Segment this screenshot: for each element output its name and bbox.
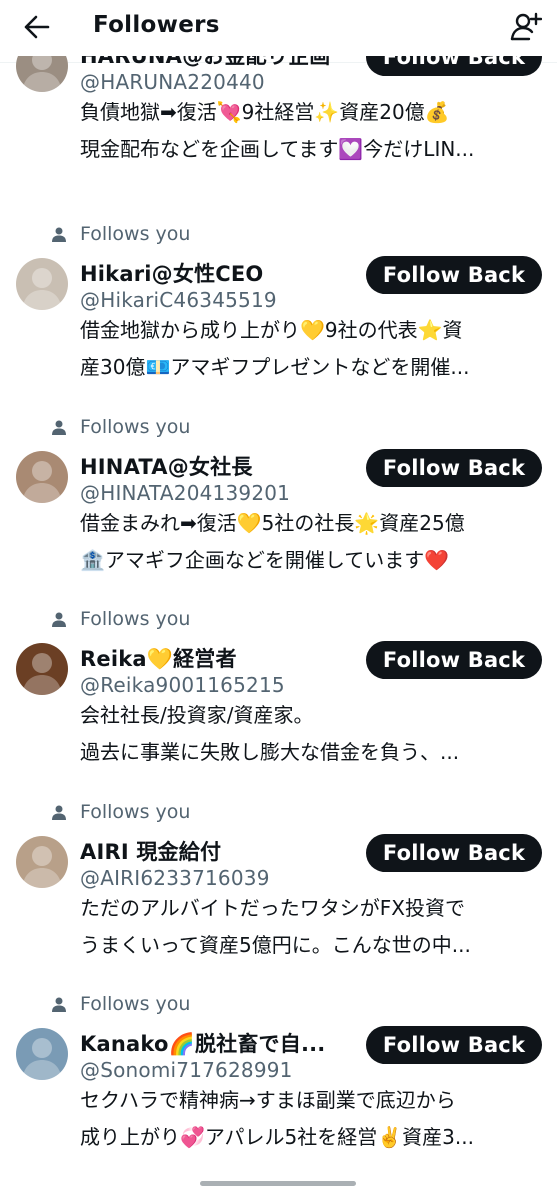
- avatar[interactable]: [16, 836, 68, 888]
- follows-you-label: Follows you: [52, 991, 190, 1017]
- follows-you-text: Follows you: [80, 801, 191, 823]
- user-handle: @Reika9001165215: [80, 673, 285, 697]
- follower-row[interactable]: Follows you Hikari@女性CEO @HikariC46345519 F…: [0, 223, 557, 418]
- person-icon: [52, 226, 68, 242]
- user-display-name[interactable]: Reika💛経営者: [80, 643, 237, 673]
- user-display-name[interactable]: HINATA@女社長: [80, 451, 253, 481]
- user-bio: 借金地獄から成り上がり💛9社の代表⭐資 産30億💶アマギフプレゼントなどを開催..…: [80, 312, 536, 386]
- follower-row[interactable]: Follows you Kanako🌈脱社畜で自... @Sonomi7176289…: [0, 993, 557, 1188]
- user-handle: @Sonomi717628991: [80, 1058, 293, 1082]
- follower-row[interactable]: HARUNA@お金配り企画 @HARUNA220440 Follow Back 負債地…: [0, 36, 557, 226]
- user-handle: @HINATA204139201: [80, 481, 291, 505]
- bio-line: 会社社長/投資家/資産家。: [80, 703, 314, 727]
- back-arrow-icon[interactable]: [22, 12, 52, 42]
- page-title: Followers: [93, 12, 220, 38]
- user-display-name[interactable]: Hikari@女性CEO: [80, 258, 263, 288]
- user-handle: @AIRI6233716039: [80, 866, 270, 890]
- person-icon: [52, 419, 68, 435]
- follows-you-label: Follows you: [52, 606, 190, 632]
- follows-you-text: Follows you: [80, 993, 191, 1015]
- person-icon: [52, 611, 68, 627]
- user-handle: @HikariC46345519: [80, 288, 277, 312]
- bio-line: 成り上がり💞アパレル5社を経営✌️資産3...: [80, 1125, 474, 1149]
- user-bio: 借金まみれ➡復活💛5社の社長🌟資産25億 🏦アマギフ企画などを開催しています❤️: [80, 505, 536, 579]
- bio-line: セクハラで精神病→すまほ副業で底辺から: [80, 1088, 456, 1112]
- add-user-icon[interactable]: [510, 11, 542, 43]
- follower-row[interactable]: Follows you Reika💛経営者 @Reika9001165215 Foll…: [0, 608, 557, 803]
- user-handle: @HARUNA220440: [80, 70, 265, 94]
- bio-line: 借金地獄から成り上がり💛9社の代表⭐資: [80, 318, 463, 342]
- bio-line: 負債地獄➡復活💘9社経営✨資産20億💰: [80, 100, 450, 124]
- bio-line: 🏦アマギフ企画などを開催しています❤️: [80, 548, 450, 572]
- user-display-name[interactable]: Kanako🌈脱社畜で自...: [80, 1028, 325, 1058]
- person-icon: [52, 996, 68, 1012]
- bio-line: うまくいって資産5億円に。こんな世の中...: [80, 933, 471, 957]
- follow-back-button[interactable]: Follow Back: [366, 641, 542, 679]
- avatar[interactable]: [16, 451, 68, 503]
- follow-back-button[interactable]: Follow Back: [366, 449, 542, 487]
- user-bio: セクハラで精神病→すまほ副業で底辺から 成り上がり💞アパレル5社を経営✌️資産3.…: [80, 1082, 536, 1156]
- follows-you-text: Follows you: [80, 416, 191, 438]
- follows-you-label: Follows you: [52, 799, 190, 825]
- follows-you-text: Follows you: [80, 608, 191, 630]
- person-icon: [52, 804, 68, 820]
- bio-line: 過去に事業に失敗し膨大な借金を負う、...: [80, 740, 460, 764]
- user-bio: 負債地獄➡復活💘9社経営✨資産20億💰 現金配布などを企画してます💟今だけLIN.…: [80, 94, 536, 168]
- follow-back-button[interactable]: Follow Back: [366, 1026, 542, 1064]
- follows-you-label: Follows you: [52, 414, 190, 440]
- avatar[interactable]: [16, 1028, 68, 1080]
- bio-line: ただのアルバイトだったワタシがFX投資で: [80, 896, 466, 920]
- bio-line: 産30億💶アマギフプレゼントなどを開催...: [80, 355, 470, 379]
- user-bio: 会社社長/投資家/資産家。過去に事業に失敗し膨大な借金を負う、...: [80, 697, 536, 771]
- avatar[interactable]: [16, 643, 68, 695]
- avatar[interactable]: [16, 258, 68, 310]
- bio-line: 借金まみれ➡復活💛5社の社長🌟資産25億: [80, 511, 465, 535]
- follows-you-text: Follows you: [80, 223, 191, 245]
- follows-you-label: Follows you: [52, 221, 190, 247]
- home-indicator[interactable]: [200, 1181, 356, 1186]
- follower-row[interactable]: Follows you AIRI 現金給付 @AIRI6233716039 Follo…: [0, 801, 557, 996]
- follow-back-button[interactable]: Follow Back: [366, 834, 542, 872]
- user-display-name[interactable]: AIRI 現金給付: [80, 836, 221, 866]
- top-bar: Followers: [0, 0, 557, 56]
- follower-row[interactable]: Follows you HINATA@女社長 @HINATA204139201 Fol…: [0, 416, 557, 611]
- user-bio: ただのアルバイトだったワタシがFX投資で うまくいって資産5億円に。こんな世の中.…: [80, 890, 536, 964]
- follow-back-button[interactable]: Follow Back: [366, 256, 542, 294]
- bio-line: 現金配布などを企画してます💟今だけLIN...: [80, 137, 475, 161]
